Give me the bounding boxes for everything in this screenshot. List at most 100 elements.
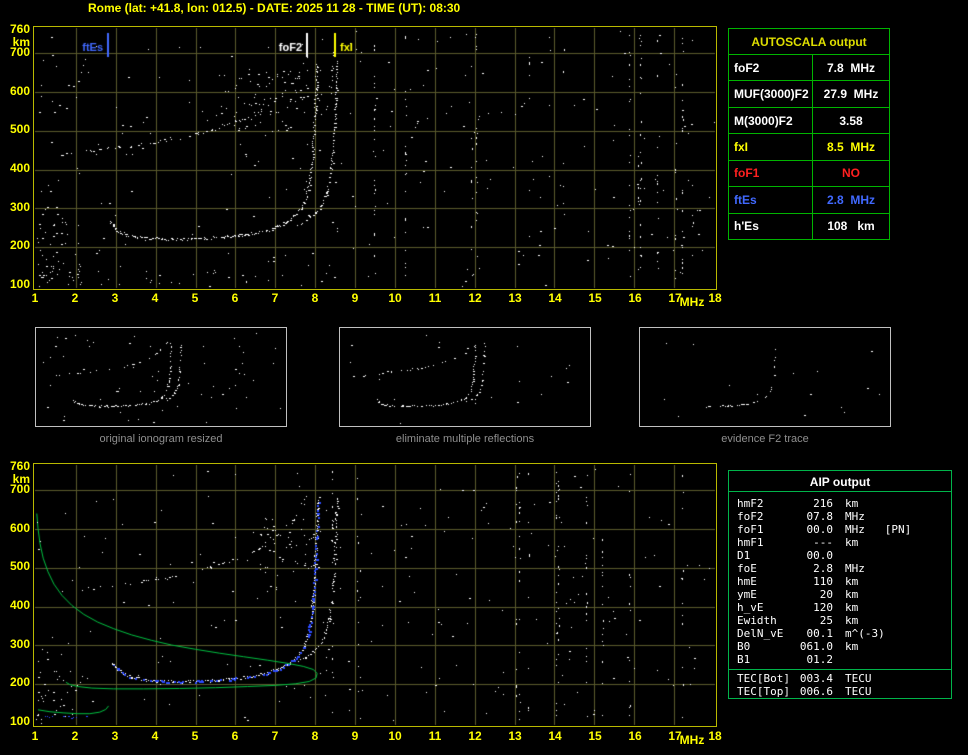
aip-row-unit: MHz — [845, 510, 865, 523]
aip-row-unit: TECU — [845, 685, 872, 698]
thumbnail-evidence-canvas — [640, 328, 890, 426]
bottom-ionogram-canvas — [34, 464, 716, 726]
aip-row-value: 061.0 — [799, 640, 833, 653]
aip-row-b0: B0 061.0 km — [729, 640, 951, 653]
aip-row-hmf1: hmF1 --- km — [729, 536, 951, 549]
axis-label: 7 — [271, 729, 279, 743]
axis-label: 13 — [508, 729, 522, 743]
aip-row-label: TEC[Bot] — [737, 672, 790, 685]
axis-label: 760 — [9, 459, 30, 473]
autoscala-row-value: 108 km — [827, 219, 875, 234]
axis-label: 600 — [9, 84, 30, 98]
aip-row-unit: TECU — [845, 672, 872, 685]
autoscala-row-value: 8.5 MHz — [826, 139, 875, 154]
aip-row-unit: MHz [PN] — [845, 523, 912, 536]
aip-row-unit: km — [845, 640, 859, 653]
axis-label: 17 — [668, 291, 682, 305]
aip-row-tectop: TEC[Top] 006.6 TECU — [729, 685, 951, 698]
aip-row-unit: m^(-3) — [845, 627, 885, 640]
aip-table-title: AIP output — [809, 475, 871, 489]
autoscala-app: Rome (lat: +41.8, lon: 012.5) - DATE: 20… — [0, 0, 968, 755]
axis-label: 600 — [9, 521, 30, 535]
autoscala-row-value: NO — [842, 166, 860, 181]
axis-label: 700 — [9, 482, 30, 496]
aip-row-hve: h_vE 120 km — [729, 601, 951, 614]
autoscala-row-value: 3.58 — [839, 113, 863, 128]
aip-row-label: foF1 — [737, 523, 764, 536]
aip-row-fof2: foF2 07.8 MHz — [729, 510, 951, 523]
top-ionogram-canvas — [34, 27, 716, 289]
autoscala-row-label: MUF(3000)F2 — [729, 81, 813, 107]
aip-row-b1: B1 01.2 — [729, 653, 951, 666]
aip-row-delnve: DelN_vE 00.1 m^(-3) — [729, 627, 951, 640]
axis-label: 1 — [31, 729, 39, 743]
aip-row-label: hmF2 — [737, 497, 764, 510]
thumbnail-eliminate-canvas — [340, 328, 590, 426]
axis-label: 11 — [428, 291, 442, 305]
axis-label: 8 — [311, 291, 319, 305]
aip-row-value: 00.1 — [806, 627, 834, 640]
axis-label: 200 — [9, 675, 30, 689]
axis-label: 12 — [468, 729, 482, 743]
aip-row-value: 20 — [819, 588, 833, 601]
axis-label: 6 — [231, 729, 239, 743]
axis-label: 13 — [508, 291, 522, 305]
aip-table-rows: hmF2 216 km foF2 07.8 MHz foF1 00.0 MHz [PN] hmF1… — [729, 497, 951, 666]
autoscala-row-label: fxI — [729, 134, 813, 160]
axis-label: 300 — [9, 200, 30, 214]
axis-label: 14 — [548, 291, 562, 305]
autoscala-row-fof2: foF2 7.8 MHz — [729, 54, 889, 81]
aip-row-value: 07.8 — [806, 510, 834, 523]
axis-label: 2 — [71, 729, 79, 743]
aip-divider-top — [729, 491, 951, 492]
axis-label: km — [12, 472, 30, 486]
aip-row-unit: km — [845, 575, 859, 588]
axis-label: 500 — [9, 122, 30, 136]
axis-label: 500 — [9, 559, 30, 573]
axis-label: 14 — [548, 729, 562, 743]
axis-label: 100 — [9, 714, 30, 728]
aip-row-unit: km — [845, 601, 859, 614]
axis-label: 3 — [111, 291, 119, 305]
autoscala-row-hes: h'Es 108 km — [729, 212, 889, 239]
autoscala-row-fof1: foF1 NO — [729, 159, 889, 187]
aip-row-label: B1 — [737, 653, 751, 666]
aip-row-label: TEC[Top] — [737, 685, 790, 698]
aip-row-hmf2: hmF2 216 km — [729, 497, 951, 510]
axis-label: 10 — [388, 291, 402, 305]
thumbnail-eliminate-reflections — [339, 327, 591, 427]
aip-row-value: 110 — [813, 575, 833, 588]
autoscala-row-value: 2.8 MHz — [826, 192, 875, 207]
autoscala-row-value: 27.9 MHz — [823, 87, 879, 102]
aip-row-label: B0 — [737, 640, 751, 653]
axis-label: MHz — [679, 733, 705, 747]
aip-row-label: hmE — [737, 575, 757, 588]
aip-row-value: 006.6 — [799, 685, 833, 698]
aip-row-value: 003.4 — [799, 672, 833, 685]
axis-label: 1 — [31, 291, 39, 305]
aip-row-value: --- — [813, 536, 833, 549]
aip-row-label: foE — [737, 562, 757, 575]
autoscala-table-rows: foF2 7.8 MHz MUF(3000)F2 27.9 MHz M(3000)F2 3… — [729, 54, 889, 239]
axis-label: 400 — [9, 598, 30, 612]
aip-divider-tec — [729, 669, 951, 670]
aip-row-value: 00.0 — [806, 523, 834, 536]
aip-row-unit: MHz — [845, 562, 865, 575]
axis-label: 6 — [231, 291, 239, 305]
axis-label: km — [12, 35, 30, 49]
aip-row-unit — [833, 549, 951, 562]
aip-row-unit: km — [845, 536, 859, 549]
axis-label: 7 — [271, 291, 279, 305]
axis-label: 9 — [351, 291, 359, 305]
autoscala-output-table: AUTOSCALA output foF2 7.8 MHz MUF(3000)F2 2… — [728, 28, 890, 240]
autoscala-row-fxi: fxI 8.5 MHz — [729, 133, 889, 160]
axis-label: 11 — [428, 729, 442, 743]
aip-row-value: 216 — [813, 497, 833, 510]
aip-row-value: 00.0 — [806, 549, 834, 562]
axis-label: 16 — [628, 729, 642, 743]
autoscala-table-title: AUTOSCALA output — [751, 34, 867, 49]
aip-row-label: h_vE — [737, 601, 764, 614]
axis-label: 2 — [71, 291, 79, 305]
thumbnail-original-canvas — [36, 328, 286, 426]
page-title: Rome (lat: +41.8, lon: 012.5) - DATE: 20… — [88, 1, 461, 15]
